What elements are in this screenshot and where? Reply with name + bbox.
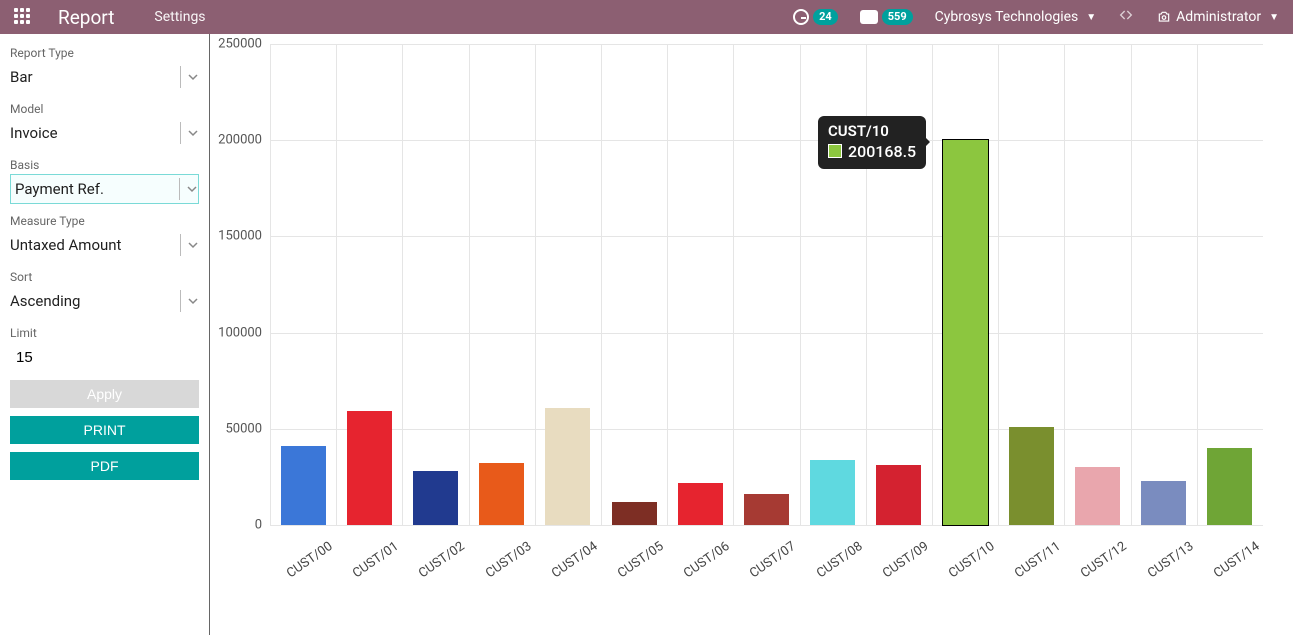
chart-bar[interactable] xyxy=(347,411,392,525)
measure-type-select[interactable]: Untaxed Amount xyxy=(10,230,199,260)
chart-bar[interactable] xyxy=(1141,481,1186,525)
activities-badge: 24 xyxy=(813,9,838,25)
sort-label: Sort xyxy=(10,270,199,284)
measure-type-label: Measure Type xyxy=(10,214,199,228)
y-tick-label: 150000 xyxy=(218,229,270,244)
bar-slot xyxy=(667,44,733,525)
chart-bar[interactable] xyxy=(1207,448,1252,525)
sort-value: Ascending xyxy=(10,290,174,312)
debug-icon[interactable] xyxy=(1118,7,1134,27)
chart-bar[interactable] xyxy=(744,494,789,525)
sort-select[interactable]: Ascending xyxy=(10,286,199,316)
model-label: Model xyxy=(10,102,199,116)
chevron-down-icon: ▼ xyxy=(1269,12,1279,23)
chart-bar[interactable] xyxy=(678,483,723,525)
bar-slot xyxy=(866,44,932,525)
app-title[interactable]: Report xyxy=(58,6,114,29)
print-button[interactable]: PRINT xyxy=(10,416,199,444)
menu-settings[interactable]: Settings xyxy=(154,9,205,25)
chart-bar[interactable] xyxy=(545,408,590,525)
x-tick-label: CUST/14 xyxy=(1211,539,1288,618)
y-tick-label: 200000 xyxy=(218,133,270,148)
chart-bar[interactable] xyxy=(281,446,326,525)
bar-chart[interactable]: 050000100000150000200000250000 xyxy=(270,44,1263,525)
company-name: Cybrosys Technologies xyxy=(935,9,1079,25)
bar-slot xyxy=(733,44,799,525)
y-tick-label: 50000 xyxy=(225,421,270,436)
chart-bar[interactable] xyxy=(810,460,855,525)
bar-slot xyxy=(402,44,468,525)
model-select[interactable]: Invoice xyxy=(10,118,199,148)
chevron-down-icon xyxy=(187,239,199,251)
bar-slot xyxy=(932,44,998,525)
limit-label: Limit xyxy=(10,326,199,340)
chart-bar[interactable] xyxy=(413,471,458,525)
bar-slot xyxy=(1064,44,1130,525)
basis-select[interactable]: Payment Ref. xyxy=(10,174,199,204)
chart-bar[interactable] xyxy=(876,465,921,525)
basis-value: Payment Ref. xyxy=(15,178,173,200)
camera-icon xyxy=(1156,10,1172,24)
bar-slot xyxy=(469,44,535,525)
basis-label: Basis xyxy=(10,158,199,172)
user-menu[interactable]: Administrator ▼ xyxy=(1156,9,1279,25)
chart-bar[interactable] xyxy=(1009,427,1054,525)
report-options-sidebar: Report Type Bar Model Invoice Basis Paym… xyxy=(0,34,210,635)
apply-button[interactable]: Apply xyxy=(10,380,199,408)
chevron-down-icon xyxy=(187,295,199,307)
limit-input[interactable] xyxy=(10,342,199,372)
chart-area: 050000100000150000200000250000 CUST/00CU… xyxy=(210,34,1293,635)
chat-icon xyxy=(860,10,878,24)
chevron-down-icon xyxy=(186,183,198,195)
chevron-down-icon xyxy=(187,127,199,139)
chart-bar[interactable] xyxy=(1075,467,1120,525)
bar-slot xyxy=(601,44,667,525)
bar-slot xyxy=(1197,44,1263,525)
report-type-value: Bar xyxy=(10,66,174,88)
pdf-button[interactable]: PDF xyxy=(10,452,199,480)
apps-icon[interactable] xyxy=(14,8,32,26)
chart-bar[interactable] xyxy=(479,463,524,525)
activities-button[interactable]: 24 xyxy=(793,9,838,25)
bar-slot xyxy=(336,44,402,525)
y-tick-label: 250000 xyxy=(218,37,270,52)
clock-icon xyxy=(793,9,809,25)
discuss-button[interactable]: 559 xyxy=(860,9,913,25)
bar-slot xyxy=(1131,44,1197,525)
report-type-select[interactable]: Bar xyxy=(10,62,199,92)
discuss-badge: 559 xyxy=(882,9,913,25)
bar-slot xyxy=(800,44,866,525)
report-type-label: Report Type xyxy=(10,46,199,60)
chart-bar[interactable] xyxy=(612,502,657,525)
company-switcher[interactable]: Cybrosys Technologies ▼ xyxy=(935,9,1097,25)
user-name: Administrator xyxy=(1176,9,1261,25)
measure-type-value: Untaxed Amount xyxy=(10,234,174,256)
y-tick-label: 100000 xyxy=(218,325,270,340)
bar-slot xyxy=(998,44,1064,525)
y-tick-label: 0 xyxy=(255,518,270,533)
chevron-down-icon xyxy=(187,71,199,83)
bar-slot xyxy=(535,44,601,525)
model-value: Invoice xyxy=(10,122,174,144)
chart-bar[interactable] xyxy=(943,140,988,525)
bar-slot xyxy=(270,44,336,525)
chevron-down-icon: ▼ xyxy=(1086,12,1096,23)
